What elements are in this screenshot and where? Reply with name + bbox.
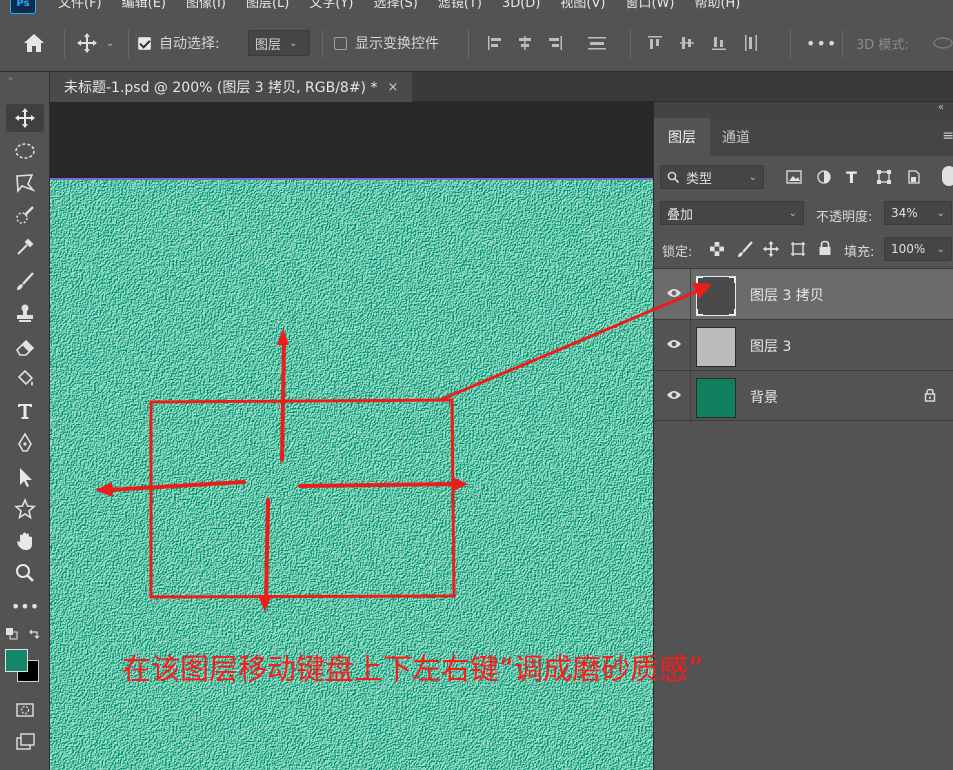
annotation-arrowhead-right <box>452 477 468 492</box>
annotation-arrow-to-layer <box>438 288 702 402</box>
annotation-arrow-up <box>280 338 286 462</box>
annotation-arrow-right <box>298 482 458 488</box>
annotation-arrowhead-left <box>95 482 113 497</box>
annotation-arrow-left <box>106 480 246 492</box>
annotation-instruction-text: 在该图层移动键盘上下左右键“调成磨砂质感” <box>122 652 704 686</box>
annotation-arrowhead-up <box>277 328 289 345</box>
annotation-rectangle <box>149 398 456 599</box>
annotation-arrowhead-down <box>258 595 272 612</box>
annotation-arrow-down <box>264 498 270 602</box>
